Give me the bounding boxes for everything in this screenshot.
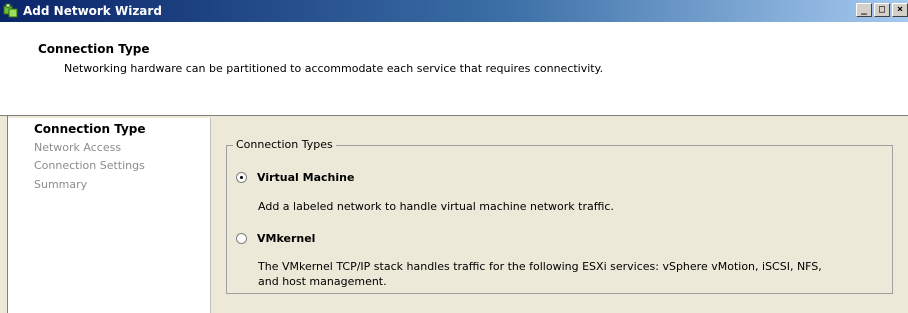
vmkernel-description-line1: The VMkernel TCP/IP stack handles traffi… (258, 260, 822, 273)
radio-button-virtual-machine[interactable] (236, 172, 247, 183)
radio-label-virtual-machine[interactable]: Virtual Machine (257, 171, 354, 184)
nav-step-network-access: Network Access (34, 141, 122, 154)
radio-option-vmkernel[interactable]: VMkernel (236, 232, 315, 245)
window-controls: _ □ × (854, 3, 908, 17)
radio-label-vmkernel[interactable]: VMkernel (257, 232, 315, 245)
radio-option-virtual-machine[interactable]: Virtual Machine (236, 171, 354, 184)
close-button[interactable]: × (892, 3, 908, 17)
network-wizard-icon (3, 3, 19, 19)
close-icon: × (896, 4, 904, 15)
minimize-icon: _ (860, 4, 868, 15)
wizard-steps-nav: Connection Type Network Access Connectio… (8, 118, 211, 313)
virtual-machine-description: Add a labeled network to handle virtual … (258, 200, 614, 213)
nav-step-connection-settings: Connection Settings (34, 159, 145, 172)
radio-button-vmkernel[interactable] (236, 233, 247, 244)
page-description: Networking hardware can be partitioned t… (64, 62, 604, 75)
maximize-button[interactable]: □ (874, 3, 890, 17)
wizard-window: Add Network Wizard _ □ × Connection Type… (0, 0, 908, 313)
title-bar[interactable]: Add Network Wizard _ □ × (0, 0, 908, 22)
left-border (0, 116, 8, 313)
window-title: Add Network Wizard (23, 4, 162, 18)
group-legend: Connection Types (233, 138, 336, 151)
nav-step-summary: Summary (34, 178, 88, 191)
vmkernel-description-line2: and host management. (258, 275, 387, 288)
minimize-button[interactable]: _ (856, 3, 872, 17)
maximize-icon: □ (878, 4, 886, 15)
nav-step-connection-type[interactable]: Connection Type (34, 122, 146, 136)
wizard-header: Connection Type Networking hardware can … (0, 22, 908, 116)
page-title: Connection Type (38, 42, 150, 56)
